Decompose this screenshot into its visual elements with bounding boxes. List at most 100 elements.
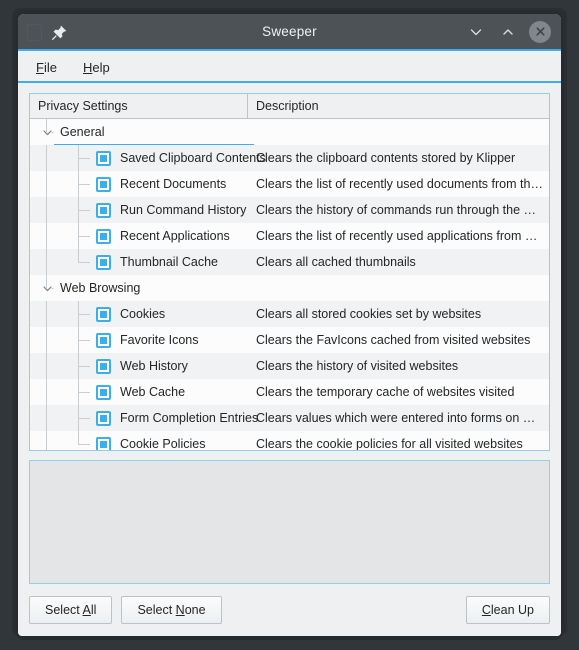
tree-item-description-text: Clears values which were entered into fo… xyxy=(256,411,543,425)
tree-item-label: Recent Applications xyxy=(120,229,230,243)
tree-item-row[interactable]: Thumbnail Cache Clears all cached thumbna… xyxy=(30,249,549,275)
checkbox-checked-icon[interactable] xyxy=(96,202,111,218)
tree-item-description-cell: Clears all stored cookies set by website… xyxy=(248,301,549,327)
clean-up-button[interactable]: Clean Up xyxy=(465,596,550,624)
checkbox-checked-icon[interactable] xyxy=(96,358,111,374)
tree-branch-stub xyxy=(78,236,90,237)
tree-item-name-cell: Saved Clipboard Contents xyxy=(30,145,266,171)
tree-item-description-cell: Clears the cookie policies for all visit… xyxy=(248,431,549,450)
column-header-privacy-settings[interactable]: Privacy Settings xyxy=(30,94,248,118)
tree-item-description-text: Clears the FavIcons cached from visited … xyxy=(256,333,531,347)
window-body: Privacy Settings Description General Save… xyxy=(18,83,561,584)
tree-item-label: Run Command History xyxy=(120,203,247,217)
tree-branch-line xyxy=(46,197,47,223)
tree-branch-stub xyxy=(78,366,90,367)
tree-item-label: Form Completion Entries xyxy=(120,411,259,425)
checkbox-fill xyxy=(100,180,107,188)
checkbox-fill xyxy=(100,258,107,266)
checkbox-fill xyxy=(100,388,107,396)
minimize-button[interactable] xyxy=(465,21,487,43)
tree-item-name-cell: Thumbnail Cache xyxy=(30,249,248,275)
tree-item-row[interactable]: Cookies Clears all stored cookies set by … xyxy=(30,301,549,327)
tree-branch-line xyxy=(46,301,47,327)
tree-item-description-text: Clears all stored cookies set by website… xyxy=(256,307,482,321)
tree-item-label: Recent Documents xyxy=(120,177,227,191)
tree-item-name-cell: Run Command History xyxy=(30,197,248,223)
tree-item-row[interactable]: Recent Applications Clears the list of re… xyxy=(30,223,549,249)
output-pane xyxy=(29,460,550,584)
tree-item-row[interactable]: Favorite Icons Clears the FavIcons cached… xyxy=(30,327,549,353)
tree-group-label: General xyxy=(53,125,257,146)
checkbox-checked-icon[interactable] xyxy=(96,306,111,322)
tree-item-description-cell: Clears the list of recently used applica… xyxy=(248,223,549,249)
tree-branch-line xyxy=(46,119,47,132)
chevron-down-icon[interactable] xyxy=(36,275,58,301)
window-controls xyxy=(465,20,561,45)
tree-item-name-cell: Web Cache xyxy=(30,379,248,405)
tree-item-row[interactable]: Run Command History Clears the history of… xyxy=(30,197,549,223)
tree-item-label: Favorite Icons xyxy=(120,333,199,347)
menu-help[interactable]: Help xyxy=(73,56,120,79)
checkbox-fill xyxy=(100,232,107,240)
tree-item-row[interactable]: Saved Clipboard Contents Clears the clipb… xyxy=(30,145,549,171)
tree-branch-line xyxy=(46,171,47,197)
tree-group-description-cell xyxy=(248,119,549,145)
select-none-button[interactable]: Select None xyxy=(121,596,222,624)
tree-item-description-cell: Clears all cached thumbnails xyxy=(248,249,549,275)
column-header-description[interactable]: Description xyxy=(248,94,549,118)
checkbox-checked-icon[interactable] xyxy=(96,254,111,270)
tree-item-row[interactable]: Recent Documents Clears the list of recen… xyxy=(30,171,549,197)
tree-item-description-text: Clears the list of recently used documen… xyxy=(256,177,543,191)
tree-branch-stub xyxy=(78,418,90,419)
checkbox-checked-icon[interactable] xyxy=(96,176,111,192)
tree-item-description-cell: Clears the history of commands run throu… xyxy=(248,197,549,223)
tree-branch-stub xyxy=(78,262,90,263)
tree-item-description-cell: Clears the list of recently used documen… xyxy=(248,171,549,197)
tree-item-description-cell: Clears values which were entered into fo… xyxy=(248,405,549,431)
checkbox-checked-icon[interactable] xyxy=(96,332,111,348)
checkbox-checked-icon[interactable] xyxy=(96,384,111,400)
tree-item-name-cell: Recent Documents xyxy=(30,171,248,197)
checkbox-checked-icon[interactable] xyxy=(96,150,111,166)
tree-item-label: Web History xyxy=(120,359,188,373)
tree-branch-line xyxy=(46,249,47,275)
tree-item-label: Web Cache xyxy=(120,385,186,399)
select-all-button[interactable]: Select All xyxy=(29,596,113,624)
menu-bar: File Help xyxy=(18,51,561,83)
close-button[interactable] xyxy=(529,20,551,43)
tree-item-name-cell: Cookies xyxy=(30,301,248,327)
tree-item-description-text: Clears all cached thumbnails xyxy=(256,255,416,269)
checkbox-checked-icon[interactable] xyxy=(96,228,111,244)
tree-branch-line xyxy=(46,405,47,431)
tree-item-row[interactable]: Web Cache Clears the temporary cache of w… xyxy=(30,379,549,405)
window-menu-icon[interactable] xyxy=(27,24,42,41)
tree-item-row[interactable]: Cookie Policies Clears the cookie policie… xyxy=(30,431,549,450)
checkbox-checked-icon[interactable] xyxy=(96,436,111,450)
sweeper-window: Sweeper File Help Privacy Settings Descr… xyxy=(18,14,561,636)
tree-item-name-cell: Form Completion Entries xyxy=(30,405,258,431)
tree-item-name-cell: Recent Applications xyxy=(30,223,248,249)
tree-item-row[interactable]: Web History Clears the history of visited… xyxy=(30,353,549,379)
tree-group-row[interactable]: Web Browsing xyxy=(30,275,549,301)
treeview-body: General Saved Clipboard Contents Clears th… xyxy=(30,119,549,450)
chevron-down-icon[interactable] xyxy=(36,119,58,145)
checkbox-fill xyxy=(100,414,107,422)
maximize-button[interactable] xyxy=(497,21,519,43)
tree-item-description-text: Clears the temporary cache of websites v… xyxy=(256,385,515,399)
menu-file[interactable]: File xyxy=(26,56,67,79)
desktop-background: Sweeper File Help Privacy Settings Descr… xyxy=(0,0,579,650)
tree-branch-stub xyxy=(78,340,90,341)
checkbox-fill xyxy=(100,336,107,344)
tree-branch-line xyxy=(46,431,47,450)
button-bar: Select All Select None Clean Up xyxy=(18,584,561,636)
tree-item-label: Cookies xyxy=(120,307,166,321)
tree-group-row[interactable]: General xyxy=(30,119,549,146)
title-bar[interactable]: Sweeper xyxy=(18,14,561,51)
checkbox-checked-icon[interactable] xyxy=(96,410,111,426)
privacy-settings-treeview[interactable]: Privacy Settings Description General Save… xyxy=(29,93,550,451)
tree-item-description-cell: Clears the clipboard contents stored by … xyxy=(248,145,549,171)
pin-icon[interactable] xyxy=(50,24,68,42)
tree-branch-line xyxy=(46,327,47,353)
tree-group-name-cell: General xyxy=(30,119,257,146)
tree-item-row[interactable]: Form Completion Entries Clears values whi… xyxy=(30,405,549,431)
